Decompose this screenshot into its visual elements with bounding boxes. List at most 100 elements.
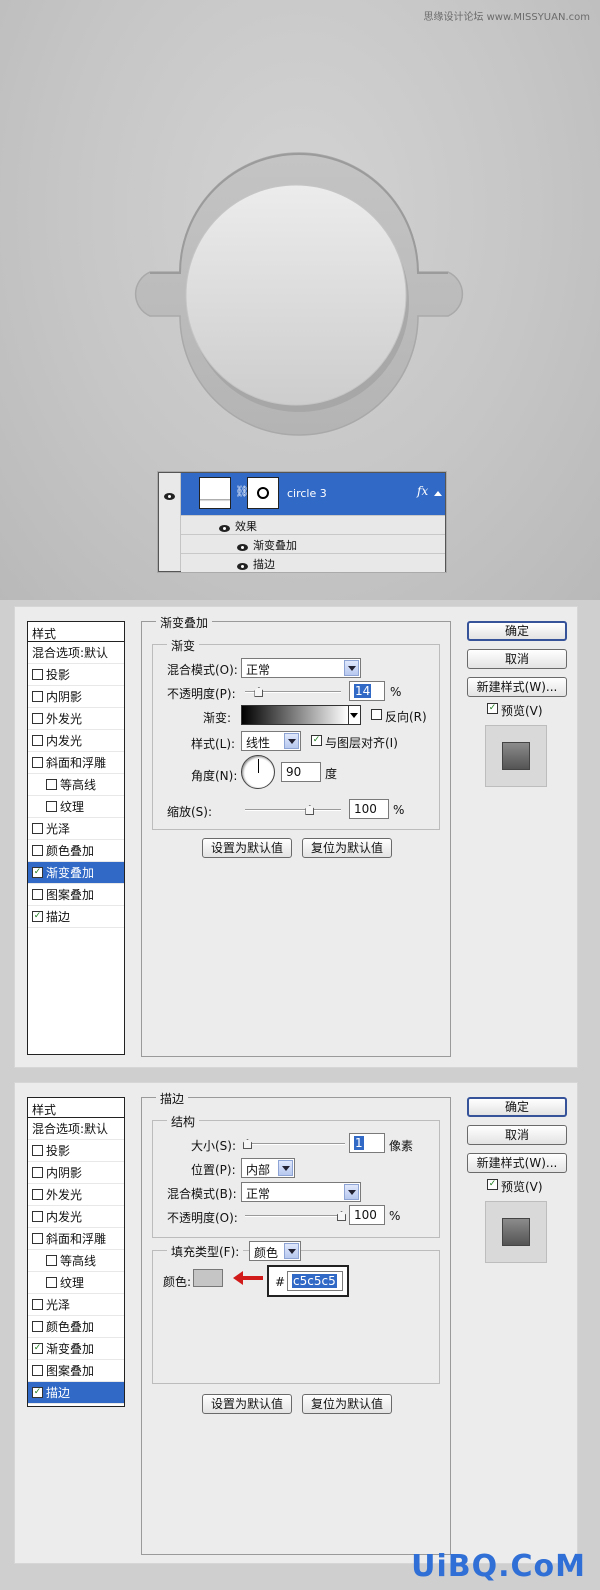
eye-icon[interactable]: [237, 563, 248, 570]
style-item-inner-shadow[interactable]: 内阴影: [28, 686, 124, 708]
cancel-button[interactable]: 取消: [467, 649, 567, 669]
eye-icon[interactable]: [237, 544, 248, 551]
preview-checkbox[interactable]: ✓: [487, 703, 498, 714]
position-select[interactable]: 内部: [241, 1158, 295, 1178]
angle-dial[interactable]: [241, 755, 275, 789]
style-item-satin[interactable]: 光泽: [28, 1294, 124, 1316]
effect-row-stroke[interactable]: 描边: [181, 553, 445, 572]
checkbox[interactable]: [32, 1365, 43, 1376]
ok-button[interactable]: 确定: [467, 1097, 567, 1117]
opacity-input[interactable]: 14: [349, 681, 385, 701]
checkbox-checked[interactable]: ✓: [32, 1343, 43, 1354]
style-item-drop-shadow[interactable]: 投影: [28, 1140, 124, 1162]
checkbox[interactable]: [32, 1299, 43, 1310]
style-item-texture[interactable]: 纹理: [28, 796, 124, 818]
reverse-checkbox[interactable]: [371, 709, 382, 720]
opacity-slider[interactable]: [245, 1215, 341, 1217]
style-item-gradient-overlay[interactable]: ✓ 渐变叠加: [28, 1338, 124, 1360]
checkbox[interactable]: [46, 1255, 57, 1266]
style-list-header[interactable]: 样式: [28, 1098, 124, 1118]
style-item-bevel[interactable]: 斜面和浮雕: [28, 752, 124, 774]
checkbox-checked[interactable]: ✓: [32, 911, 43, 922]
checkbox-checked[interactable]: ✓: [32, 1387, 43, 1398]
align-checkbox[interactable]: ✓: [311, 735, 322, 746]
new-style-button[interactable]: 新建样式(W)...: [467, 1153, 567, 1173]
eye-icon[interactable]: [219, 525, 230, 532]
opacity-input[interactable]: 100: [349, 1205, 385, 1225]
checkbox[interactable]: [32, 889, 43, 900]
scale-slider[interactable]: [245, 809, 341, 811]
style-item-pattern-overlay[interactable]: 图案叠加: [28, 884, 124, 906]
style-item-blending[interactable]: 混合选项:默认: [28, 642, 124, 664]
preview-checkbox[interactable]: ✓: [487, 1179, 498, 1190]
reset-default-button[interactable]: 复位为默认值: [302, 1394, 392, 1414]
style-item-drop-shadow[interactable]: 投影: [28, 664, 124, 686]
style-item-contour[interactable]: 等高线: [28, 774, 124, 796]
style-item-satin[interactable]: 光泽: [28, 818, 124, 840]
opacity-slider-thumb[interactable]: [254, 687, 264, 697]
position-label: 位置(P):: [191, 1163, 236, 1177]
checkbox[interactable]: [32, 1211, 43, 1222]
color-swatch[interactable]: [193, 1269, 223, 1287]
arrow-left-icon: [233, 1271, 263, 1285]
style-item-inner-glow[interactable]: 内发光: [28, 1206, 124, 1228]
style-item-outer-glow[interactable]: 外发光: [28, 708, 124, 730]
fill-type-select[interactable]: 颜色: [249, 1241, 301, 1261]
style-item-stroke[interactable]: ✓ 描边: [28, 906, 124, 928]
checkbox[interactable]: [32, 823, 43, 834]
expand-arrow-icon[interactable]: [434, 491, 442, 496]
eye-icon[interactable]: [164, 493, 175, 500]
checkbox-checked[interactable]: ✓: [32, 867, 43, 878]
scale-input[interactable]: 100: [349, 799, 389, 819]
layer-row-circle-3[interactable]: ⛓ circle 3 fx: [181, 473, 445, 515]
style-item-pattern-overlay[interactable]: 图案叠加: [28, 1360, 124, 1382]
style-item-stroke[interactable]: ✓ 描边: [28, 1382, 124, 1404]
style-item-texture[interactable]: 纹理: [28, 1272, 124, 1294]
size-slider-thumb[interactable]: [243, 1139, 252, 1149]
blend-mode-label: 混合模式(O):: [167, 663, 238, 677]
checkbox[interactable]: [32, 713, 43, 724]
effects-row[interactable]: 效果: [181, 515, 445, 534]
checkbox[interactable]: [32, 1145, 43, 1156]
angle-input[interactable]: 90: [281, 762, 321, 782]
reset-default-button[interactable]: 复位为默认值: [302, 838, 392, 858]
checkbox[interactable]: [32, 1189, 43, 1200]
hex-input[interactable]: c5c5c5: [287, 1271, 343, 1291]
checkbox[interactable]: [46, 1277, 57, 1288]
gradient-style-select[interactable]: 线性: [241, 731, 301, 751]
checkbox[interactable]: [32, 691, 43, 702]
effect-row-gradient[interactable]: 渐变叠加: [181, 534, 445, 553]
style-item-bevel[interactable]: 斜面和浮雕: [28, 1228, 124, 1250]
checkbox[interactable]: [46, 779, 57, 790]
size-input[interactable]: 1: [349, 1133, 385, 1153]
new-style-button[interactable]: 新建样式(W)...: [467, 677, 567, 697]
checkbox[interactable]: [32, 735, 43, 746]
checkbox[interactable]: [32, 757, 43, 768]
checkbox[interactable]: [46, 801, 57, 812]
style-item-outer-glow[interactable]: 外发光: [28, 1184, 124, 1206]
checkbox[interactable]: [32, 845, 43, 856]
style-item-color-overlay[interactable]: 颜色叠加: [28, 1316, 124, 1338]
blend-mode-select[interactable]: 正常: [241, 658, 361, 678]
style-item-blending[interactable]: 混合选项:默认: [28, 1118, 124, 1140]
checkbox[interactable]: [32, 669, 43, 680]
set-default-button[interactable]: 设置为默认值: [202, 1394, 292, 1414]
blend-mode-select[interactable]: 正常: [241, 1182, 361, 1202]
style-item-gradient-overlay[interactable]: ✓ 渐变叠加: [28, 862, 124, 884]
style-item-color-overlay[interactable]: 颜色叠加: [28, 840, 124, 862]
checkbox[interactable]: [32, 1233, 43, 1244]
cancel-button[interactable]: 取消: [467, 1125, 567, 1145]
set-default-button[interactable]: 设置为默认值: [202, 838, 292, 858]
style-item-inner-shadow[interactable]: 内阴影: [28, 1162, 124, 1184]
style-list-header[interactable]: 样式: [28, 622, 124, 642]
gradient-picker[interactable]: [241, 705, 361, 725]
checkbox[interactable]: [32, 1167, 43, 1178]
scale-slider-thumb[interactable]: [305, 805, 315, 815]
style-item-contour[interactable]: 等高线: [28, 1250, 124, 1272]
checkbox[interactable]: [32, 1321, 43, 1332]
layer-name[interactable]: circle 3: [287, 487, 327, 500]
size-slider[interactable]: [245, 1143, 345, 1145]
style-item-inner-glow[interactable]: 内发光: [28, 730, 124, 752]
ok-button[interactable]: 确定: [467, 621, 567, 641]
opacity-slider-thumb[interactable]: [337, 1211, 346, 1221]
